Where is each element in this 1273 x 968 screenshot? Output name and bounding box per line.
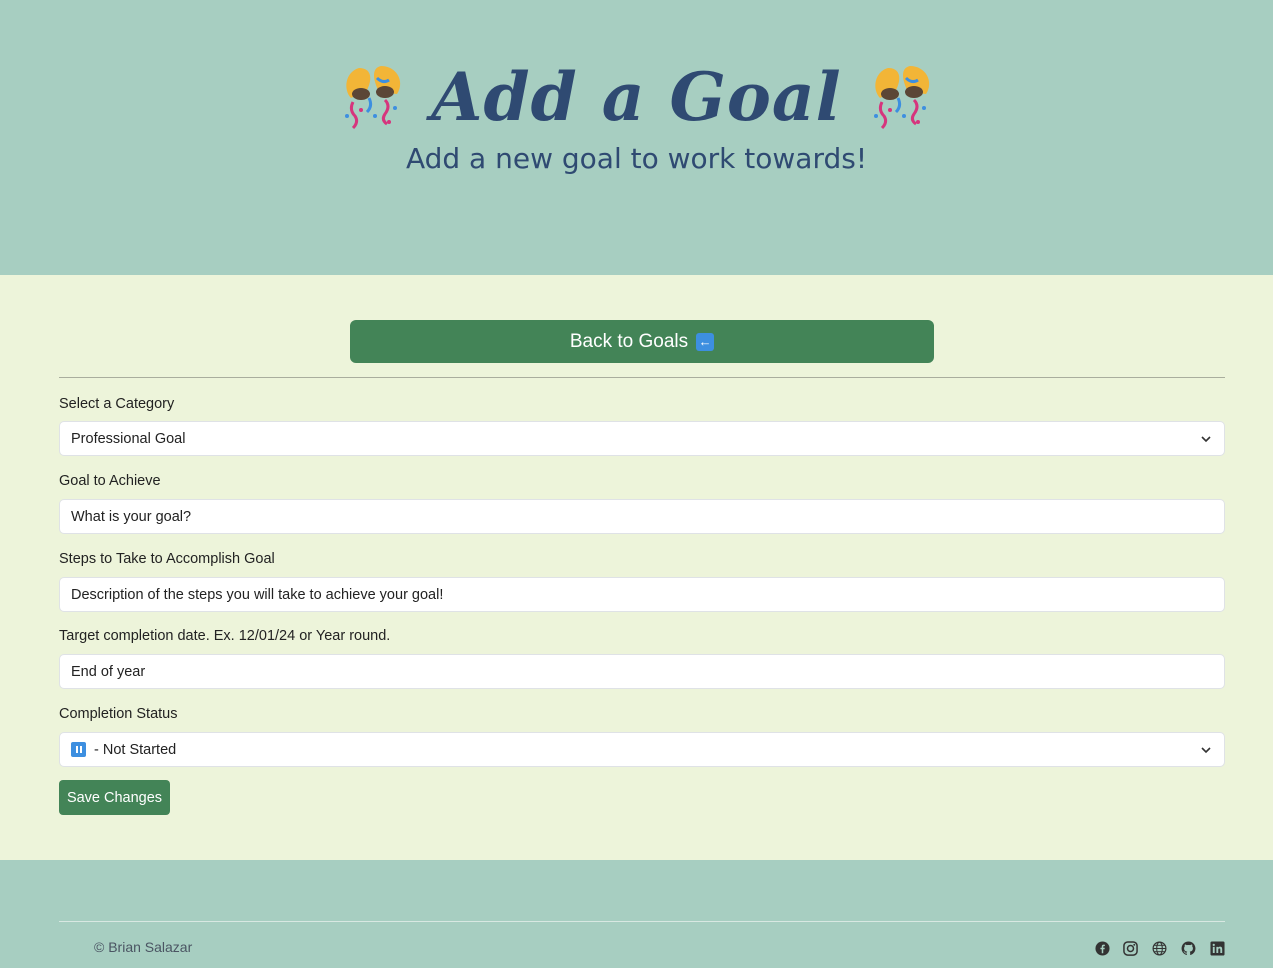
title-row: Add a Goal xyxy=(0,58,1273,136)
category-select[interactable]: Professional Goal xyxy=(59,421,1225,456)
goal-input[interactable] xyxy=(71,508,1213,525)
steps-label: Steps to Take to Accomplish Goal xyxy=(59,551,275,567)
globe-icon[interactable] xyxy=(1152,941,1167,956)
back-button-label: Back to Goals xyxy=(569,330,689,352)
page-footer: © Brian Salazar xyxy=(0,860,1273,968)
instagram-icon[interactable] xyxy=(1123,941,1138,956)
goal-form-section: Back to Goals ← Select a Category Profes… xyxy=(0,275,1273,860)
category-value: Professional Goal xyxy=(71,430,186,447)
category-label: Select a Category xyxy=(59,396,175,412)
party-popper-icon xyxy=(873,66,929,130)
divider xyxy=(59,377,1225,378)
target-date-field-wrapper xyxy=(59,654,1225,689)
left-arrow-icon: ← xyxy=(696,332,715,351)
party-popper-icon xyxy=(345,66,401,130)
chevron-down-icon xyxy=(1201,747,1211,754)
facebook-icon[interactable] xyxy=(1095,941,1110,956)
chevron-down-icon xyxy=(1201,436,1211,443)
save-changes-button[interactable]: Save Changes xyxy=(59,780,170,815)
status-label: Completion Status xyxy=(59,706,178,722)
goal-field-wrapper xyxy=(59,499,1225,534)
status-value: - Not Started xyxy=(94,741,177,758)
page-subtitle: Add a new goal to work towards! xyxy=(405,142,868,175)
page-header: Add a Goal Add a new goal to work toward… xyxy=(0,0,1273,275)
target-date-label: Target completion date. Ex. 12/01/24 or … xyxy=(59,628,391,644)
status-select[interactable]: - Not Started xyxy=(59,732,1225,767)
target-date-input[interactable] xyxy=(71,663,1213,680)
pause-icon xyxy=(71,742,86,757)
steps-field-wrapper xyxy=(59,577,1225,612)
page-title: Add a Goal xyxy=(431,58,842,136)
back-to-goals-button[interactable]: Back to Goals ← xyxy=(350,320,934,363)
copyright-text: © Brian Salazar xyxy=(94,939,193,955)
github-icon[interactable] xyxy=(1181,941,1196,956)
goal-label: Goal to Achieve xyxy=(59,473,161,489)
linkedin-icon[interactable] xyxy=(1210,941,1225,956)
footer-divider xyxy=(59,921,1225,922)
steps-input[interactable] xyxy=(71,586,1213,603)
